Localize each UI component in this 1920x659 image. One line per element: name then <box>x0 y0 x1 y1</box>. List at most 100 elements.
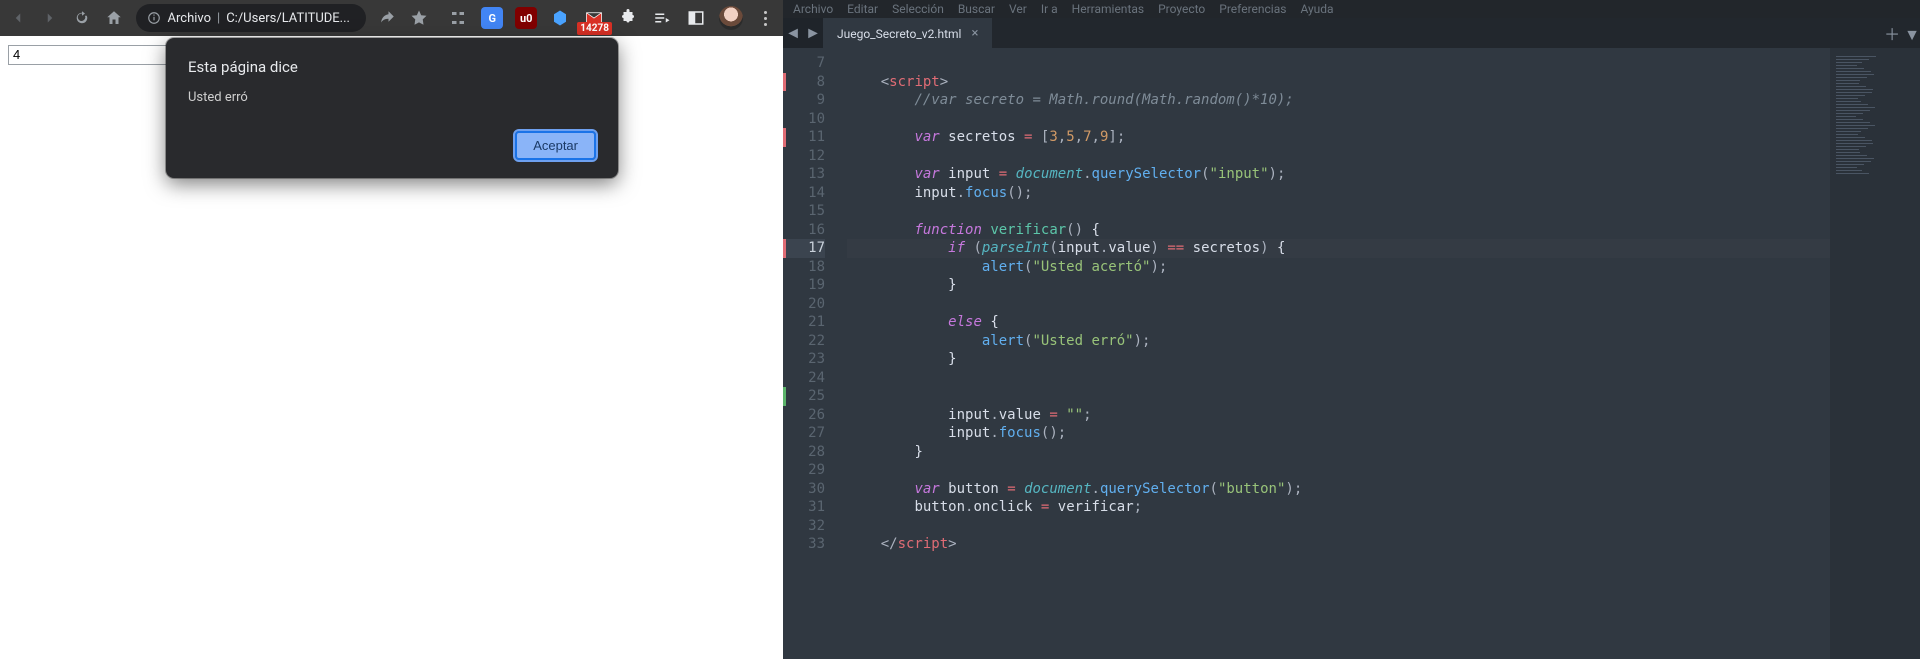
code-line[interactable] <box>847 147 1830 166</box>
editor[interactable]: 7891011121314151617181920212223242526272… <box>783 48 1920 659</box>
code-line[interactable] <box>847 202 1830 221</box>
menu-item[interactable]: Ver <box>1009 2 1027 16</box>
line-number: 16 <box>783 221 825 240</box>
alert-title: Esta página dice <box>188 58 596 76</box>
kebab-menu-icon[interactable] <box>755 11 775 26</box>
tab-bar: ◄ ► Juego_Secreto_v2.html × ＋ ▼ <box>783 18 1920 48</box>
extension-mail-icon[interactable]: 14278 <box>583 7 605 29</box>
code-line[interactable]: } <box>847 276 1830 295</box>
extension-hexagon-icon[interactable] <box>549 7 571 29</box>
code-line[interactable]: } <box>847 350 1830 369</box>
code-line[interactable] <box>847 295 1830 314</box>
line-number: 33 <box>783 535 825 554</box>
line-number: 9 <box>783 91 825 110</box>
share-icon[interactable] <box>378 8 398 28</box>
line-number: 28 <box>783 443 825 462</box>
minimap[interactable] <box>1830 48 1920 659</box>
code-line[interactable] <box>847 387 1830 406</box>
line-number: 26 <box>783 406 825 425</box>
line-number: 31 <box>783 498 825 517</box>
code-line[interactable]: } <box>847 443 1830 462</box>
tab-fill <box>992 18 1884 48</box>
extension-translate-icon[interactable]: G <box>481 7 503 29</box>
menu-item[interactable]: Preferencias <box>1219 2 1286 16</box>
alert-message: Usted erró <box>188 90 596 105</box>
sublime-window: Archivo Editar Selección Buscar Ver Ir a Herra… <box>783 0 1920 659</box>
extension-badge: 14278 <box>577 22 612 35</box>
code-line[interactable]: button.onclick = verificar; <box>847 498 1830 517</box>
reload-icon[interactable] <box>72 8 92 28</box>
address-path: C:/Users/LATITUDE... <box>226 11 350 26</box>
menu-item[interactable]: Proyecto <box>1158 2 1205 16</box>
line-number: 27 <box>783 424 825 443</box>
menu-item[interactable]: Archivo <box>793 2 833 16</box>
close-icon[interactable]: × <box>971 26 978 41</box>
line-number: 12 <box>783 147 825 166</box>
line-number: 32 <box>783 517 825 536</box>
code-line[interactable]: alert("Usted erró"); <box>847 332 1830 351</box>
code-line[interactable] <box>847 517 1830 536</box>
code-area[interactable]: <script> //var secreto = Math.round(Math… <box>833 48 1830 659</box>
extension-puzzle-icon[interactable] <box>617 7 639 29</box>
code-line[interactable]: function verificar() { <box>847 221 1830 240</box>
code-line[interactable]: else { <box>847 313 1830 332</box>
home-icon[interactable] <box>104 8 124 28</box>
line-number: 24 <box>783 369 825 388</box>
alert-accept-button[interactable]: Aceptar <box>515 131 596 160</box>
gutter: 7891011121314151617181920212223242526272… <box>783 48 833 659</box>
menu-item[interactable]: Ayuda <box>1300 2 1333 16</box>
address-bar[interactable]: Archivo | C:/Users/LATITUDE... <box>136 4 366 32</box>
line-number: 29 <box>783 461 825 480</box>
address-separator: | <box>217 11 220 26</box>
menu-item[interactable]: Herramientas <box>1072 2 1144 16</box>
code-line[interactable]: var input = document.querySelector("inpu… <box>847 165 1830 184</box>
menu-item[interactable]: Selección <box>892 2 944 16</box>
line-number: 19 <box>783 276 825 295</box>
star-icon[interactable] <box>409 8 429 28</box>
extension-icon[interactable] <box>447 7 469 29</box>
menu-item[interactable]: Editar <box>847 2 878 16</box>
line-number: 23 <box>783 350 825 369</box>
tab-file[interactable]: Juego_Secreto_v2.html × <box>823 18 992 48</box>
code-line[interactable]: //var secreto = Math.round(Math.random()… <box>847 91 1830 110</box>
line-number: 15 <box>783 202 825 221</box>
line-number: 22 <box>783 332 825 351</box>
line-number: 11 <box>783 128 825 147</box>
back-icon[interactable] <box>8 8 28 28</box>
code-line[interactable]: var button = document.querySelector("but… <box>847 480 1830 499</box>
code-line[interactable]: input.focus(); <box>847 184 1830 203</box>
code-line[interactable] <box>847 461 1830 480</box>
code-line[interactable] <box>847 369 1830 388</box>
line-number: 14 <box>783 184 825 203</box>
line-number: 21 <box>783 313 825 332</box>
forward-icon[interactable] <box>40 8 60 28</box>
code-line[interactable]: alert("Usted acertó"); <box>847 258 1830 277</box>
code-line[interactable]: input.value = ""; <box>847 406 1830 425</box>
extension-panel-icon[interactable] <box>685 7 707 29</box>
code-line[interactable]: var secretos = [3,5,7,9]; <box>847 128 1830 147</box>
alert-dialog: Esta página dice Usted erró Aceptar <box>166 38 618 178</box>
avatar[interactable] <box>719 6 743 30</box>
tab-actions[interactable]: ＋ ▼ <box>1884 18 1920 48</box>
menu-bar[interactable]: Archivo Editar Selección Buscar Ver Ir a Herra… <box>783 0 1920 18</box>
address-scheme: Archivo <box>168 11 212 26</box>
line-number: 18 <box>783 258 825 277</box>
code-line[interactable] <box>847 110 1830 129</box>
menu-item[interactable]: Ir a <box>1041 2 1058 16</box>
code-line[interactable]: </script> <box>847 535 1830 554</box>
code-line[interactable]: <script> <box>847 73 1830 92</box>
tab-prev-icon[interactable]: ◄ <box>783 18 803 48</box>
menu-item[interactable]: Buscar <box>958 2 995 16</box>
extensions: G u0 14278 <box>447 7 707 29</box>
alert-actions: Aceptar <box>188 131 596 160</box>
tab-next-icon[interactable]: ► <box>803 18 823 48</box>
extension-playlist-icon[interactable] <box>651 7 673 29</box>
code-line[interactable]: input.focus(); <box>847 424 1830 443</box>
line-number: 20 <box>783 295 825 314</box>
code-line[interactable] <box>847 54 1830 73</box>
code-line[interactable]: if (parseInt(input.value) == secretos) { <box>847 239 1830 258</box>
extension-ublock-icon[interactable]: u0 <box>515 7 537 29</box>
line-number: 30 <box>783 480 825 499</box>
line-number: 25 <box>783 387 825 406</box>
chrome-toolbar: Archivo | C:/Users/LATITUDE... G u0 1427… <box>0 0 783 36</box>
